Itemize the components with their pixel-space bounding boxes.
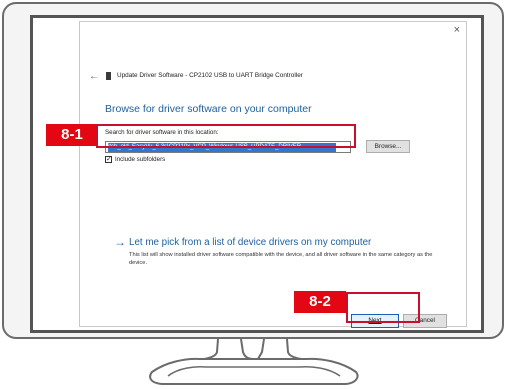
monitor-stand — [149, 338, 359, 385]
